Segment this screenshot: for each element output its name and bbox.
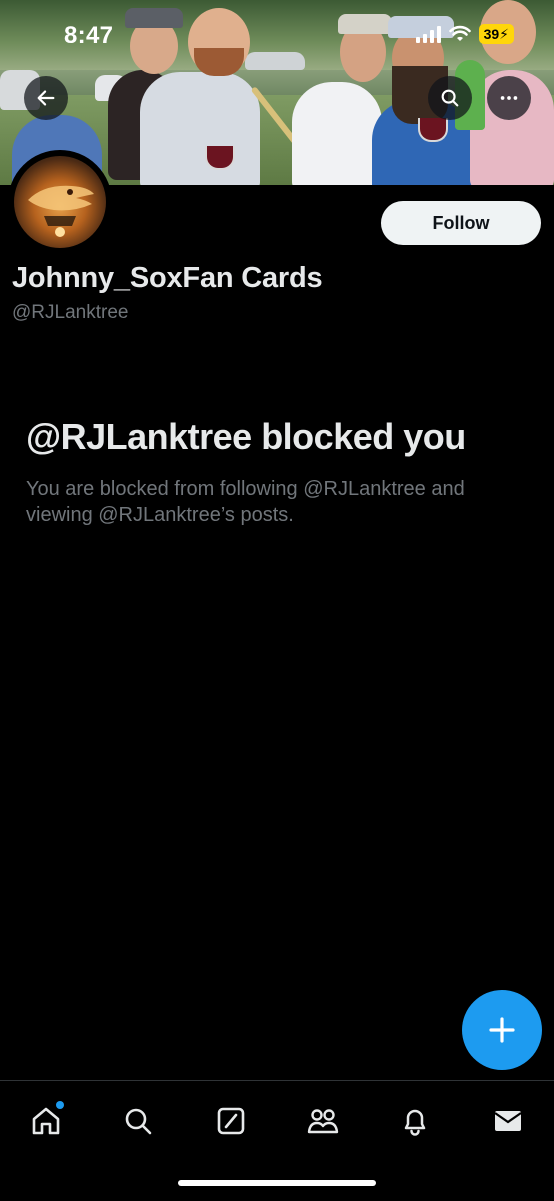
blocked-title: @RJLanktree blocked you (26, 416, 466, 457)
status-icons: 39⚡ (415, 24, 514, 44)
nav-notifications[interactable] (391, 1099, 439, 1143)
nav-communities[interactable] (299, 1099, 347, 1143)
messages-envelope-icon (494, 1111, 522, 1131)
banner-wine-glass (205, 146, 235, 170)
nav-messages[interactable] (484, 1099, 532, 1143)
banner-person (140, 72, 260, 185)
wifi-icon (448, 25, 471, 41)
more-horizontal-icon (500, 96, 518, 100)
status-bar: 8:47 39⚡ (0, 0, 554, 70)
avatar-image (14, 156, 106, 248)
search-icon (441, 89, 459, 107)
banner-wine-glass (418, 118, 448, 142)
follow-button[interactable]: Follow (381, 201, 541, 245)
compose-post-button[interactable] (462, 990, 542, 1070)
home-icon (32, 1107, 60, 1135)
search-icon (125, 1108, 152, 1135)
profile-handle: @RJLanktree (12, 302, 129, 323)
cellular-signal-icon (415, 25, 441, 43)
back-button[interactable] (24, 76, 68, 120)
status-time: 8:47 (64, 22, 114, 49)
banner-person (292, 82, 382, 185)
battery-indicator: 39⚡ (478, 24, 514, 44)
search-button[interactable] (428, 76, 472, 120)
charging-bolt-icon: ⚡ (499, 26, 509, 42)
nav-home[interactable] (22, 1099, 70, 1143)
more-options-button[interactable] (487, 76, 531, 120)
profile-avatar[interactable] (8, 150, 112, 254)
nav-search[interactable] (114, 1099, 162, 1143)
communities-icon (307, 1109, 339, 1134)
arrow-left-icon (37, 90, 55, 106)
gator-logo-icon (28, 185, 94, 237)
blocked-description: You are blocked from following @RJLanktr… (26, 478, 465, 526)
notifications-bell-icon (404, 1109, 426, 1136)
grok-icon (217, 1107, 245, 1135)
profile-display-name: Johnny_SoxFan Cards (12, 262, 323, 294)
battery-level: 39 (483, 26, 500, 42)
nav-grok[interactable] (207, 1099, 255, 1143)
notification-dot (56, 1101, 64, 1109)
home-indicator[interactable] (178, 1180, 376, 1186)
plus-icon (489, 1017, 515, 1043)
